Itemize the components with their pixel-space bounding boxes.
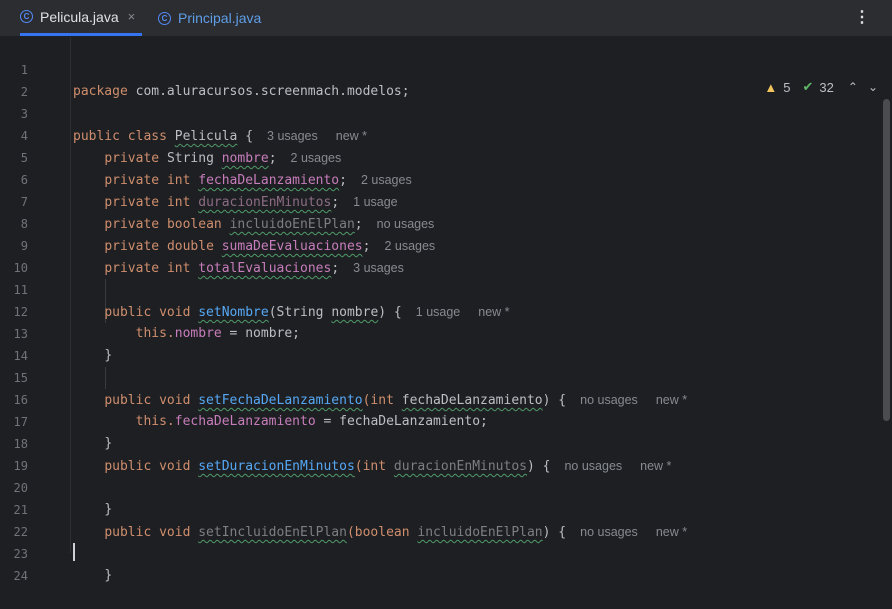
code-line: 17 } [0,389,892,451]
code-line: 6 private int duracionEnMinutos; 1 usage [0,147,892,210]
code-line: 14 [0,323,892,363]
line-number: 24 [13,569,28,583]
code-line: 24 [0,543,892,583]
run-class-icon: C [158,11,171,25]
code-line: 4 private String nombre; 2 usages [0,103,892,166]
code-line: 22 [0,499,892,539]
code-line: 7 private boolean incluidoEnElPlan; no us… [0,169,892,232]
code-line: 8 private double sumaDeEvaluaciones; 2 us… [0,191,892,254]
code-line: 3 public class Pelicula {3 usages new * [0,81,892,144]
tab-pelicula-java[interactable]: C Pelicula.java × [20,0,142,36]
more-menu-icon[interactable]: ⋮ [854,7,870,27]
code-line: 16 this.fechaDeLanzamiento = fechaDeLanz… [0,367,892,429]
vertical-scrollbar[interactable] [883,99,890,421]
class-icon: C [20,10,33,23]
text-caret [73,543,75,561]
code-line: 21 public void setIncluidoEnElPlan(boole… [0,477,892,540]
tab-label: Principal.java [178,10,262,26]
code-line: 10 [0,235,892,275]
editor-tab-bar: C Pelicula.java × C Principal.java ⋮ [0,0,892,37]
code-line: 11 public void setNombre(String nombre) … [0,257,892,320]
code-line: 5 private int fechaDeLanzamiento; 2 usage… [0,125,892,188]
code-line: 1 package com.aluracursos.screenmach.mod… [0,37,892,99]
code-editor[interactable]: ▲ 5 ✔ 32 ⌃ ⌄ 1 package com.aluracursos.s… [0,37,892,583]
code-line: 18 public void setDuracionEnMinutos(int … [0,411,892,474]
tab-label: Pelicula.java [40,8,119,25]
code-line: 9 private int totalEvaluaciones; 3 usages [0,213,892,276]
code-line: 19 [0,433,892,473]
code-line: 15 public void setFechaDeLanzamiento(int… [0,345,892,408]
code-line: 20 } [0,455,892,517]
code-line: 2 [0,59,892,99]
code-line: 12 this.nombre = nombre; [0,279,892,341]
code-line: 13 } [0,301,892,363]
tab-principal-java[interactable]: C Principal.java [158,0,261,36]
code-line: 23 } [0,521,892,583]
close-tab-icon[interactable]: × [128,9,136,24]
